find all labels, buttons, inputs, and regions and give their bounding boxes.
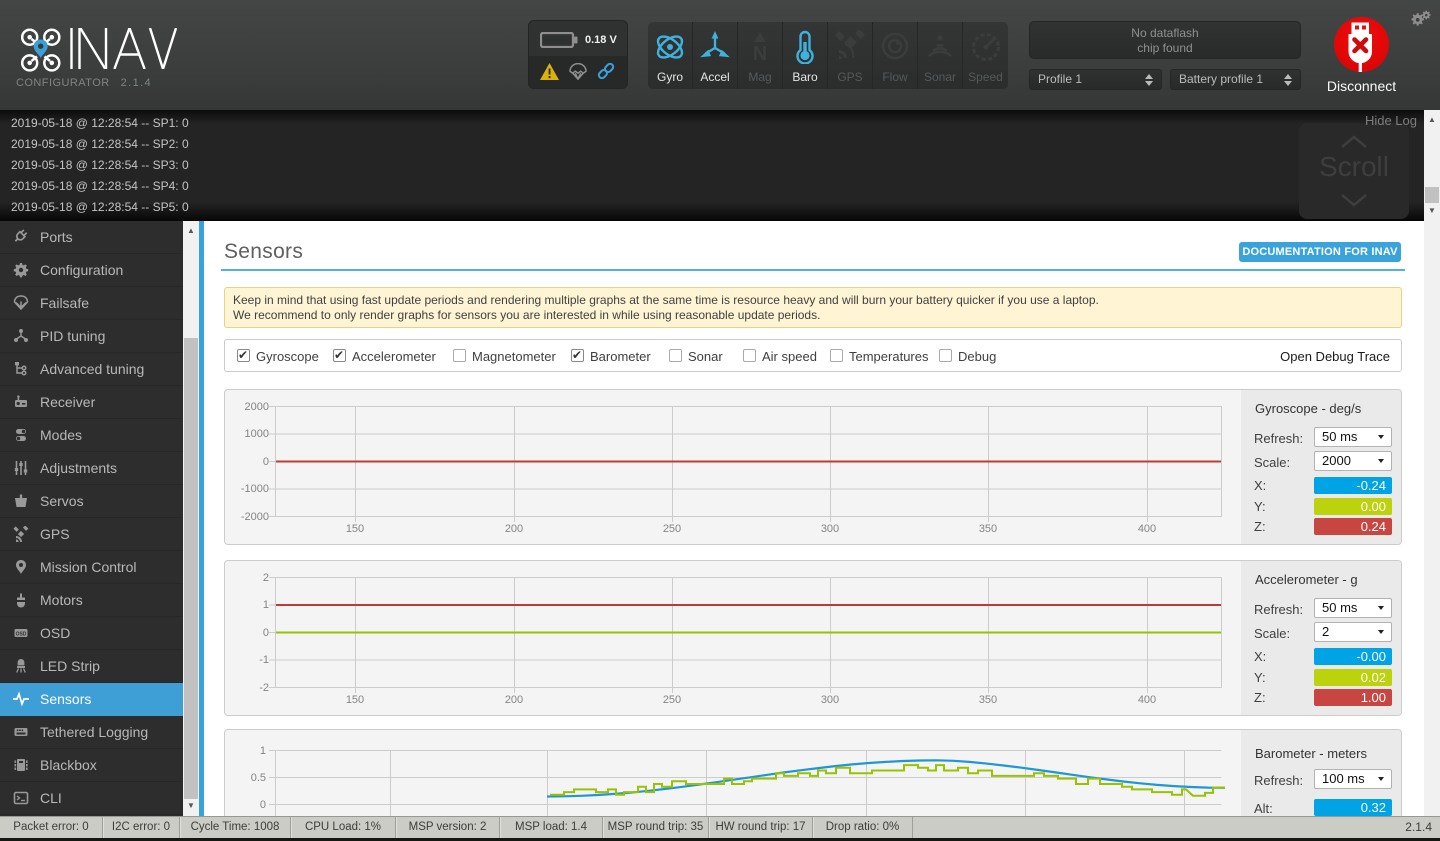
svg-text:N: N <box>753 43 767 64</box>
svg-text:OSD: OSD <box>16 632 27 638</box>
